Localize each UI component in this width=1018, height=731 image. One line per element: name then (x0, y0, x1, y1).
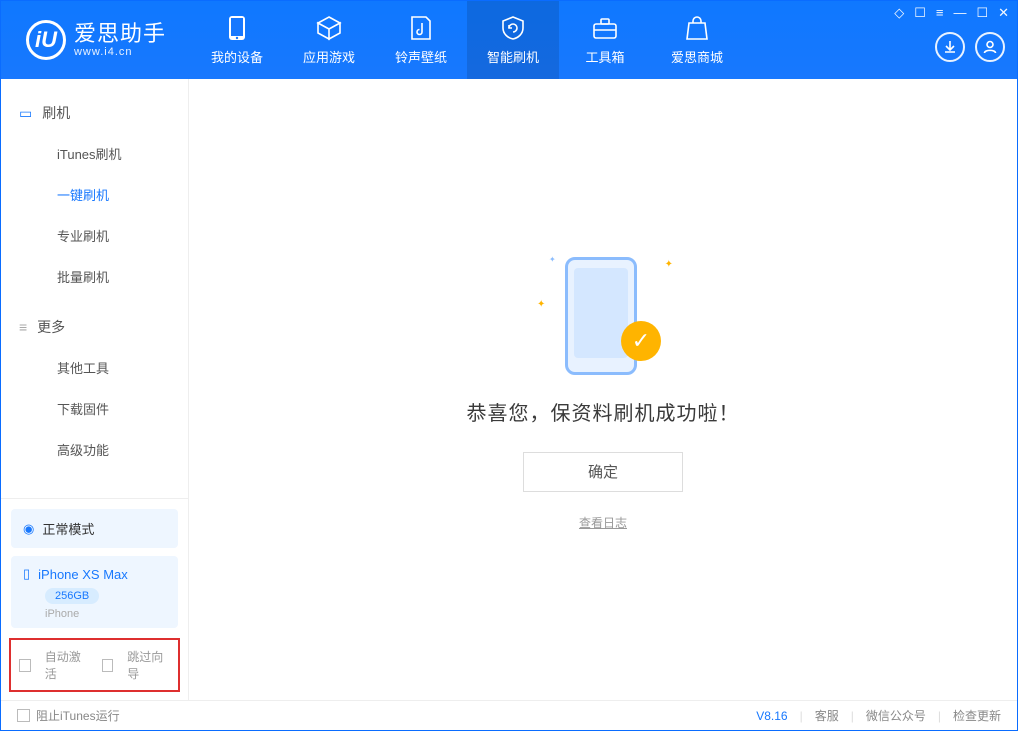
cube-icon (316, 15, 342, 41)
music-file-icon (408, 15, 434, 41)
header-right: ◇ ☐ ≡ — ☐ ✕ (935, 1, 1017, 79)
success-message: 恭喜您，保资料刷机成功啦！ (467, 397, 740, 426)
app-subtitle: www.i4.cn (74, 46, 166, 58)
footer: 阻止iTunes运行 V8.16 | 客服 | 微信公众号 | 检查更新 (1, 700, 1017, 730)
tab-label: 爱思商城 (671, 47, 723, 66)
tab-flash[interactable]: 智能刷机 (467, 1, 559, 79)
mode-icon: ◉ (23, 521, 34, 537)
sidebar: ▭ 刷机 iTunes刷机 一键刷机 专业刷机 批量刷机 ≡ 更多 其他工具 下… (1, 79, 189, 700)
shirt-icon[interactable]: ◇ (894, 5, 904, 21)
phone-icon (224, 15, 250, 41)
user-button[interactable] (975, 32, 1005, 62)
download-button[interactable] (935, 32, 965, 62)
version-label: V8.16 (756, 709, 787, 723)
sidebar-item-download-firmware[interactable]: 下载固件 (1, 388, 188, 429)
sidebar-group-label: 刷机 (42, 103, 70, 123)
maximize-button[interactable]: ☐ (976, 5, 988, 21)
header: iU 爱思助手 www.i4.cn 我的设备 应用游戏 铃声壁纸 智能刷机 (1, 1, 1017, 79)
window-controls: ◇ ☐ ≡ — ☐ ✕ (894, 5, 1009, 21)
separator: | (938, 709, 941, 723)
app-title: 爱思助手 (74, 22, 166, 46)
body: ▭ 刷机 iTunes刷机 一键刷机 专业刷机 批量刷机 ≡ 更多 其他工具 下… (1, 79, 1017, 700)
separator: | (851, 709, 854, 723)
mode-indicator[interactable]: ◉ 正常模式 (11, 509, 178, 548)
tab-toolbox[interactable]: 工具箱 (559, 1, 651, 79)
sidebar-group-label: 更多 (37, 317, 65, 337)
success-illustration: ✦ ✦ ✦ ✓ (543, 249, 663, 379)
header-tabs: 我的设备 应用游戏 铃声壁纸 智能刷机 工具箱 爱思商城 (191, 1, 935, 79)
tab-store[interactable]: 爱思商城 (651, 1, 743, 79)
sparkle-icon: ✦ (665, 259, 673, 270)
phone-illustration (565, 257, 637, 375)
sidebar-item-oneclick-flash[interactable]: 一键刷机 (1, 174, 188, 215)
ok-button[interactable]: 确定 (523, 452, 683, 492)
tab-apps[interactable]: 应用游戏 (283, 1, 375, 79)
tab-label: 我的设备 (211, 47, 263, 66)
app-window: iU 爱思助手 www.i4.cn 我的设备 应用游戏 铃声壁纸 智能刷机 (0, 0, 1018, 731)
block-itunes-label: 阻止iTunes运行 (36, 707, 120, 724)
sidebar-item-advanced[interactable]: 高级功能 (1, 429, 188, 470)
option-skip-guide-label: 跳过向导 (127, 648, 170, 682)
sidebar-group-flash[interactable]: ▭ 刷机 (1, 97, 188, 133)
device-name-label: iPhone XS Max (38, 567, 128, 582)
bag-icon (684, 15, 710, 41)
phone-outline-icon: ▭ (19, 105, 32, 122)
close-button[interactable]: ✕ (998, 5, 1009, 21)
separator: | (800, 709, 803, 723)
footer-link-wechat[interactable]: 微信公众号 (866, 707, 926, 724)
minimize-button[interactable]: — (953, 5, 966, 21)
device-capacity: 256GB (45, 588, 99, 604)
tab-label: 工具箱 (585, 47, 624, 66)
tab-label: 应用游戏 (303, 47, 355, 66)
tab-label: 智能刷机 (487, 47, 539, 66)
check-badge-icon: ✓ (621, 321, 661, 361)
tab-my-device[interactable]: 我的设备 (191, 1, 283, 79)
footer-link-update[interactable]: 检查更新 (953, 707, 1001, 724)
device-card[interactable]: ▯ iPhone XS Max 256GB iPhone (11, 556, 178, 628)
option-auto-activate-label: 自动激活 (45, 648, 88, 682)
toolbox-icon (592, 15, 618, 41)
logo-icon: iU (26, 20, 66, 60)
sidebar-item-pro-flash[interactable]: 专业刷机 (1, 215, 188, 256)
tab-ringtones[interactable]: 铃声壁纸 (375, 1, 467, 79)
footer-link-service[interactable]: 客服 (815, 707, 839, 724)
checkbox-skip-guide[interactable] (102, 659, 114, 672)
menu-icon[interactable]: ≡ (936, 5, 944, 21)
sparkle-icon: ✦ (549, 255, 556, 264)
view-log-link[interactable]: 查看日志 (579, 514, 627, 531)
device-type: iPhone (45, 608, 166, 620)
sidebar-item-batch-flash[interactable]: 批量刷机 (1, 256, 188, 297)
mode-label: 正常模式 (42, 519, 94, 538)
flash-options-highlight: 自动激活 跳过向导 (9, 638, 180, 692)
sidebar-item-itunes-flash[interactable]: iTunes刷机 (1, 133, 188, 174)
tab-label: 铃声壁纸 (395, 47, 447, 66)
feedback-icon[interactable]: ☐ (914, 5, 926, 21)
sidebar-group-more[interactable]: ≡ 更多 (1, 311, 188, 347)
device-icon: ▯ (23, 566, 30, 582)
main-content: ✦ ✦ ✦ ✓ 恭喜您，保资料刷机成功啦！ 确定 查看日志 (189, 79, 1017, 700)
list-icon: ≡ (19, 319, 27, 335)
sidebar-item-other-tools[interactable]: 其他工具 (1, 347, 188, 388)
logo-area: iU 爱思助手 www.i4.cn (1, 1, 191, 79)
sparkle-icon: ✦ (537, 299, 545, 310)
checkbox-block-itunes[interactable] (17, 709, 30, 722)
refresh-shield-icon (500, 15, 526, 41)
checkbox-auto-activate[interactable] (19, 659, 31, 672)
